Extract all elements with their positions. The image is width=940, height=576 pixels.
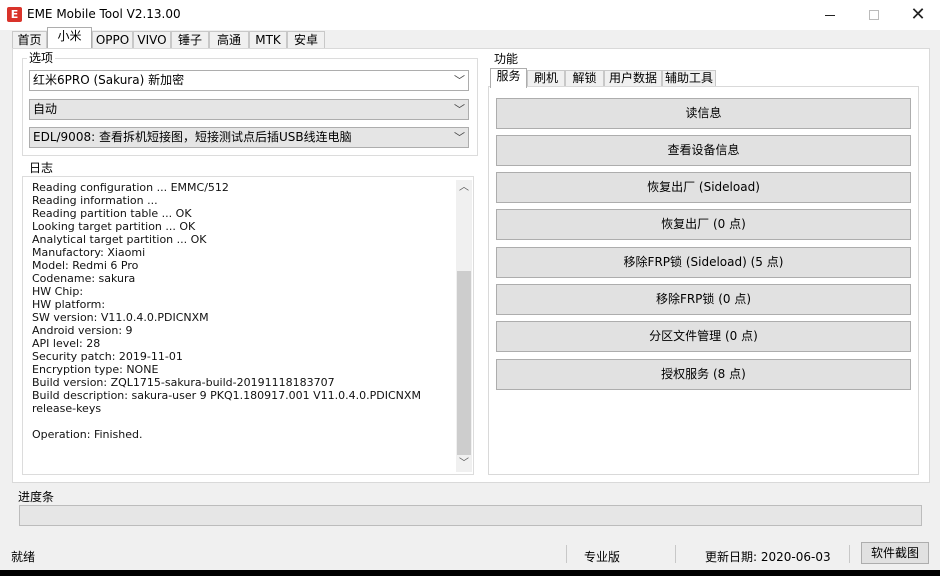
device-info-button[interactable]: 查看设备信息 [496,135,911,166]
log-box[interactable]: Reading configuration ... EMMC/512 Readi… [22,176,474,475]
tab-tools[interactable]: 辅助工具 [662,70,716,87]
status-separator [566,545,567,563]
status-bar: 就绪 专业版 更新日期: 2020-06-03 [0,541,940,567]
log-scrollbar[interactable]: ︿ ﹀ [456,180,472,472]
title-bar: E EME Mobile Tool V2.13.00 ✕ [0,0,940,30]
minimize-icon [825,14,835,16]
mode-select-value: 自动 [33,102,58,116]
remove-frp-sideload-button[interactable]: 移除FRP锁 (Sideload) (5 点) [496,247,911,278]
log-text: Reading configuration ... EMMC/512 Readi… [32,181,421,441]
chevron-down-icon: ﹀ [454,74,465,87]
tab-flash[interactable]: 刷机 [527,70,565,87]
window-title: EME Mobile Tool V2.13.00 [27,7,181,21]
auth-service-button[interactable]: 授权服务 (8 点) [496,359,911,390]
tab-smartisan[interactable]: 锤子 [171,31,209,49]
factory-reset-sideload-button[interactable]: 恢复出厂 (Sideload) [496,172,911,203]
tab-service[interactable]: 服务 [490,68,527,88]
tab-android[interactable]: 安卓 [287,31,325,49]
status-separator [849,545,850,563]
edl-select-value: EDL/9008: 查看拆机短接图，短接测试点后插USB线连电脑 [33,130,352,144]
tab-home[interactable]: 首页 [12,31,47,49]
functions-label: 功能 [492,52,521,66]
scroll-thumb[interactable] [457,271,471,455]
tab-oppo[interactable]: OPPO [92,31,133,49]
chevron-down-icon: ﹀ [454,131,465,144]
tab-qualcomm[interactable]: 高通 [209,31,249,49]
close-icon: ✕ [910,4,926,25]
mode-select[interactable]: 自动 ﹀ [29,99,469,120]
edition-label: 专业版 [584,550,621,564]
log-label: 日志 [27,161,56,175]
window-bottom-edge [0,570,940,576]
scroll-down-icon[interactable]: ﹀ [456,456,472,472]
factory-reset-button[interactable]: 恢复出厂 (0 点) [496,209,911,240]
maximize-button[interactable] [852,0,896,30]
close-button[interactable]: ✕ [896,0,940,30]
status-text: 就绪 [11,550,36,564]
status-separator [675,545,676,563]
chevron-down-icon: ﹀ [454,103,465,116]
remove-frp-button[interactable]: 移除FRP锁 (0 点) [496,284,911,315]
read-info-button[interactable]: 读信息 [496,98,911,129]
tab-vivo[interactable]: VIVO [133,31,171,49]
tab-xiaomi[interactable]: 小米 [47,27,92,48]
screenshot-button[interactable]: 软件截图 [861,542,929,564]
update-date: 更新日期: 2020-06-03 [705,550,831,564]
tab-unlock[interactable]: 解锁 [565,70,604,87]
partition-manager-button[interactable]: 分区文件管理 (0 点) [496,321,911,352]
model-select-value: 红米6PRO (Sakura) 新加密 [33,73,185,87]
maximize-icon [869,10,879,20]
progress-label: 进度条 [18,490,55,504]
scroll-up-icon[interactable]: ︿ [456,180,472,196]
minimize-button[interactable] [808,0,852,30]
options-label: 选项 [27,51,56,65]
app-icon: E [7,7,22,22]
tab-mtk[interactable]: MTK [249,31,287,49]
progress-bar [19,505,922,526]
tab-userdata[interactable]: 用户数据 [604,70,662,87]
model-select[interactable]: 红米6PRO (Sakura) 新加密 ﹀ [29,70,469,91]
edl-select[interactable]: EDL/9008: 查看拆机短接图，短接测试点后插USB线连电脑 ﹀ [29,127,469,148]
